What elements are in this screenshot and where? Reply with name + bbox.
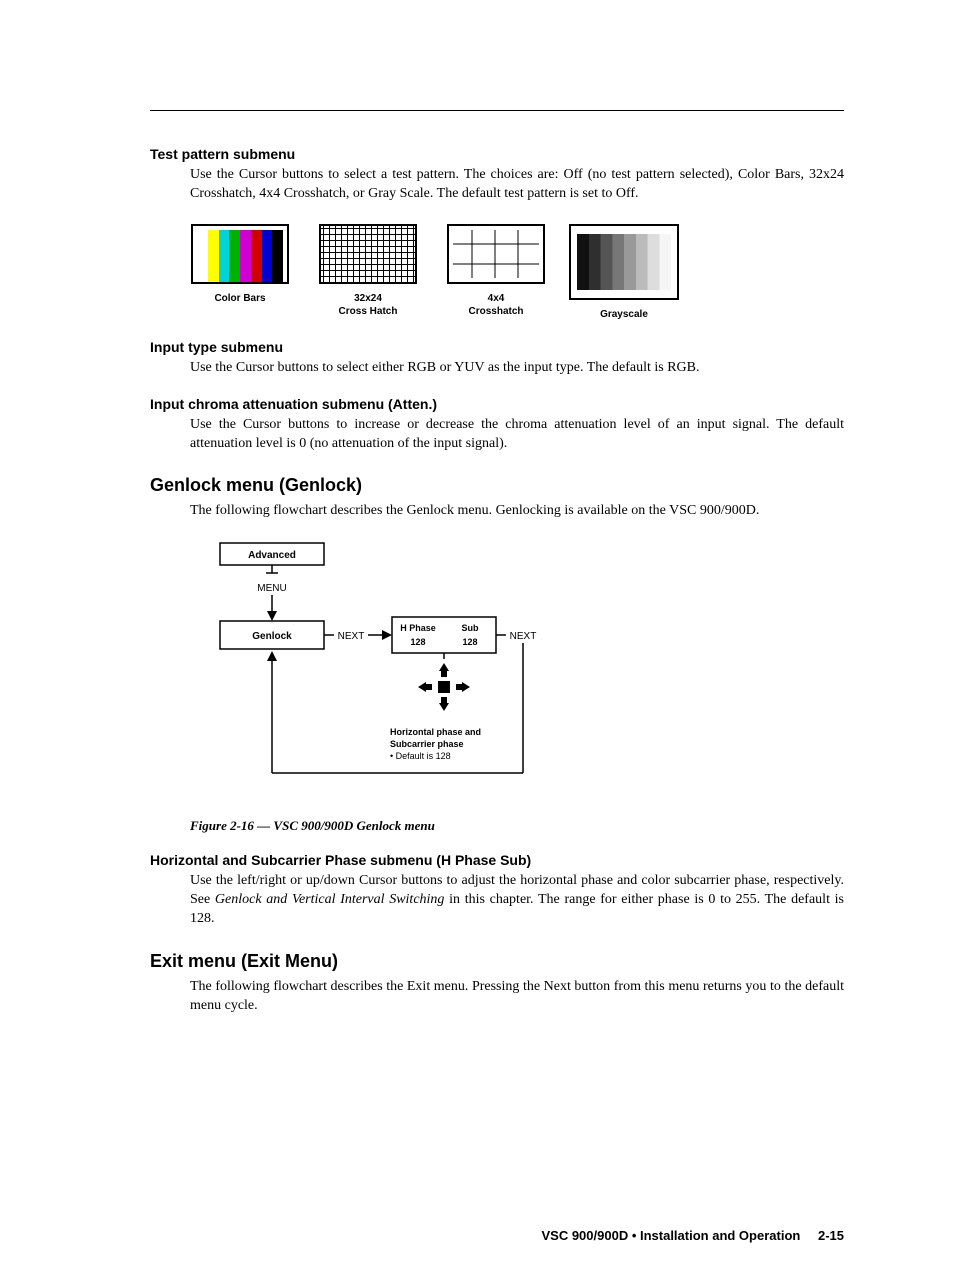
color-bars-image	[191, 224, 289, 284]
label-next-1: NEXT	[338, 631, 365, 642]
crosshatch-32x24-image	[319, 224, 417, 284]
page-footer: VSC 900/900D • Installation and Operatio…	[541, 1228, 844, 1243]
grayscale-image	[569, 224, 679, 300]
heading-exit-menu: Exit menu (Exit Menu)	[150, 951, 844, 972]
box-hphase-v1: 128	[410, 637, 425, 647]
heading-input-chroma: Input chroma attenuation submenu (Atten.…	[150, 396, 844, 412]
pattern-4x4-crosshatch: 4x4 Crosshatch	[446, 224, 546, 318]
body-genlock: The following flowchart describes the Ge…	[190, 502, 844, 521]
body-h-phase-italic: Genlock and Vertical Interval Switching	[215, 892, 445, 907]
box-genlock: Genlock	[252, 631, 292, 642]
note-l3: • Default is 128	[390, 751, 451, 761]
note-l1: Horizontal phase and	[390, 727, 481, 737]
crosshatch-4x4-image	[447, 224, 545, 284]
body-h-phase: Use the left/right or up/down Cursor but…	[190, 872, 844, 929]
note-l2: Subcarrier phase	[390, 739, 464, 749]
pattern-color-bars: Color Bars	[190, 224, 290, 305]
label-menu: MENU	[257, 583, 286, 594]
body-exit-menu: The following flowchart describes the Ex…	[190, 978, 844, 1016]
box-advanced: Advanced	[248, 550, 296, 561]
heading-input-type: Input type submenu	[150, 339, 844, 355]
pattern-32x24-crosshatch: 32x24 Cross Hatch	[318, 224, 418, 318]
body-test-pattern: Use the Cursor buttons to select a test …	[190, 166, 844, 204]
pattern-grayscale: Grayscale	[574, 224, 674, 321]
box-hphase-l1: H Phase	[400, 623, 436, 633]
pattern-label: Grayscale	[600, 308, 648, 321]
heading-genlock: Genlock menu (Genlock)	[150, 475, 844, 496]
pattern-label: 4x4 Crosshatch	[468, 292, 523, 318]
figure-caption: Figure 2-16 — VSC 900/900D Genlock menu	[190, 818, 844, 834]
genlock-flowchart: Advanced MENU Genlock NEXT H Phase Sub 1…	[190, 539, 844, 804]
pattern-label: 32x24 Cross Hatch	[339, 292, 398, 318]
pattern-label: Color Bars	[214, 292, 265, 305]
box-hphase-v2: 128	[462, 637, 477, 647]
header-rule	[150, 110, 844, 111]
footer-doc-title: VSC 900/900D • Installation and Operatio…	[541, 1228, 800, 1243]
body-input-chroma: Use the Cursor buttons to increase or de…	[190, 416, 844, 454]
flowchart-svg: Advanced MENU Genlock NEXT H Phase Sub 1…	[190, 539, 630, 799]
label-next-2: NEXT	[510, 631, 537, 642]
box-hphase-l2: Sub	[462, 623, 480, 633]
heading-test-pattern: Test pattern submenu	[150, 146, 844, 162]
body-input-type: Use the Cursor buttons to select either …	[190, 359, 844, 378]
footer-page-number: 2-15	[818, 1228, 844, 1243]
test-pattern-gallery: Color Bars 32x24 Cross Hatch 4x4 Crossha…	[190, 224, 844, 321]
heading-h-phase: Horizontal and Subcarrier Phase submenu …	[150, 852, 844, 868]
